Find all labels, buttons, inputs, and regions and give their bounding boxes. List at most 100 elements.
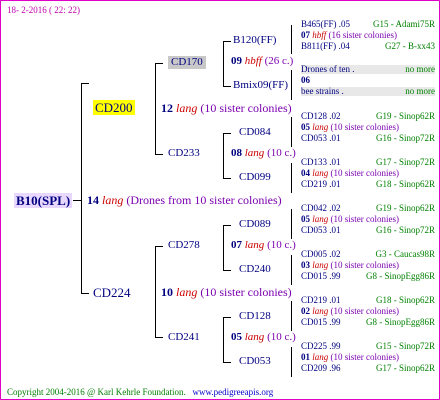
connector [223, 133, 231, 134]
queen-cd170[interactable]: CD170 [168, 56, 206, 69]
ancestor-top-id[interactable]: CD005 [301, 249, 327, 259]
connector [81, 293, 89, 294]
connector [291, 70, 292, 100]
ancestor-bot-code: G18 - Sinop62R [375, 179, 435, 189]
ancestor-bot-id[interactable]: CD053 [301, 133, 327, 143]
gen2-1-lang: lang [244, 147, 265, 159]
pedigree-frame: 18- 2-2016 ( 22: 22) B10(SPL) 14 lang (D… [0, 0, 440, 400]
queen-cd240[interactable]: CD240 [239, 264, 271, 275]
ancestor-top-row: Drones of ten . no more [301, 65, 435, 74]
ancestor-bot-year: .04 [338, 41, 350, 51]
ancestor-count: 07 [301, 30, 310, 40]
connector [155, 246, 156, 338]
connector [291, 301, 292, 331]
gen1-top-sis: (10 sister colonies) [200, 101, 292, 115]
gen2-2-sis: (10 c.) [267, 239, 296, 251]
gen1-bot-info: 10 lang (10 sister colonies) [161, 286, 292, 298]
ancestor-top-code: G19 - Sinop62R [375, 111, 435, 121]
connector [223, 41, 224, 87]
connector [223, 178, 231, 179]
site-link[interactable]: www.pedigreeapis.org [193, 387, 274, 397]
queen-cd084[interactable]: CD084 [239, 127, 271, 138]
ancestor-top-id[interactable]: Drones of ten [301, 64, 350, 74]
ancestor-bot-year: .01 [329, 225, 341, 235]
gen1-top-num: 12 [161, 101, 173, 115]
ancestor-top-id[interactable]: CD128 [301, 111, 327, 121]
queen-cd233[interactable]: CD233 [168, 148, 200, 159]
queen-cd099[interactable]: CD099 [239, 172, 271, 183]
queen-cd241[interactable]: CD241 [168, 332, 200, 343]
connector [223, 317, 224, 363]
queen-bmix09[interactable]: Bmix09(FF) [233, 80, 288, 91]
ancestor-top-year: .01 [329, 157, 341, 167]
date-stamp: 18- 2-2016 ( 22: 22) [7, 5, 80, 15]
ancestor-top-year: . [352, 64, 355, 74]
connector [155, 63, 156, 155]
ancestor-count: 02 [301, 306, 310, 316]
ancestor-top-row: CD128 .02 G19 - Sinop62R [301, 112, 435, 121]
gen2-0-num: 09 [231, 55, 242, 67]
ancestor-bot-id[interactable]: B811(FF) [301, 41, 336, 51]
ancestor-bot-id[interactable]: bee strains [301, 86, 339, 96]
ancestor-bot-year: .01 [329, 133, 341, 143]
queen-cd278[interactable]: CD278 [168, 240, 200, 251]
gen2-1-info: 08 lang (10 c.) [231, 148, 296, 159]
ancestor-top-year: .02 [329, 111, 341, 121]
ancestor-top-row: CD005 .02 G3 - Caucas98R [301, 250, 435, 259]
ancestor-bot-id[interactable]: CD015 [301, 317, 327, 327]
ancestor-top-code: G3 - Caucas98R [375, 249, 436, 259]
ancestor-lang: lang [312, 214, 329, 224]
queen-cd128[interactable]: CD128 [239, 311, 271, 322]
ancestor-bot-row: CD219 .01 G18 - Sinop62R [301, 180, 435, 189]
copyright-text: Copyright 2004-2016 @ Karl Kehrle Founda… [7, 387, 186, 397]
connector [223, 270, 231, 271]
ancestor-top-id[interactable]: CD042 [301, 203, 327, 213]
ancestor-top-id[interactable]: B465(FF) [301, 19, 337, 29]
queen-b120[interactable]: B120(FF) [233, 35, 276, 46]
ancestor-count: 03 [301, 260, 310, 270]
ancestor-top-year: .99 [329, 341, 341, 351]
connector [223, 317, 231, 318]
ancestor-mid-row: 04 lang (10 sister colonies) [301, 169, 435, 178]
ancestor-lang: lang [312, 122, 329, 132]
ancestor-bot-year: .99 [329, 271, 341, 281]
connector [73, 200, 81, 201]
ancestor-bot-id[interactable]: CD053 [301, 225, 327, 235]
gen1-top-info: 12 lang (10 sister colonies) [161, 102, 292, 114]
ancestor-top-row: CD225 .99 G15 - Sinop72R [301, 342, 435, 351]
ancestor-top-year: .05 [338, 19, 351, 29]
ancestor-mid-row: 07 hbff (16 sister colonies) [301, 31, 435, 40]
ancestor-top-id[interactable]: CD225 [301, 341, 327, 351]
gen1-bot-num: 10 [161, 285, 173, 299]
ancestor-bot-id[interactable]: CD015 [301, 271, 327, 281]
connector [155, 63, 163, 64]
ancestor-top-id[interactable]: CD219 [301, 295, 327, 305]
ancestor-bot-year: .99 [329, 317, 341, 327]
connector [223, 362, 231, 363]
ancestor-bot-row: bee strains . no more [301, 87, 435, 96]
ancestor-bot-id[interactable]: CD219 [301, 179, 327, 189]
root-queen[interactable]: B10(SPL) [14, 193, 73, 208]
queen-cd200[interactable]: CD200 [93, 100, 135, 115]
ancestor-bot-year: .96 [329, 363, 341, 373]
ancestor-mid-row: 01 lang (10 sister colonies) [301, 353, 435, 362]
ancestor-lang: lang [312, 168, 329, 178]
queen-cd224[interactable]: CD224 [93, 286, 131, 299]
ancestor-lang: lang [312, 260, 329, 270]
ancestor-bot-code: G16 - Sinop72R [375, 225, 435, 235]
ancestor-mid-row: 03 lang (10 sister colonies) [301, 261, 435, 270]
gen2-0-lang: hbff [244, 55, 262, 67]
ancestor-bot-year: .01 [329, 179, 341, 189]
gen2-3-info: 05 lang (10 c.) [231, 332, 296, 343]
ancestor-top-id[interactable]: CD133 [301, 157, 327, 167]
queen-cd089[interactable]: CD089 [239, 219, 271, 230]
gen2-0-sis: (26 c.) [264, 55, 294, 67]
connector [223, 133, 224, 179]
connector [81, 83, 82, 294]
ancestor-bot-row: CD053 .01 G16 - Sinop72R [301, 226, 435, 235]
root-note: (Drones from 10 sister colonies) [126, 193, 282, 207]
queen-cd053[interactable]: CD053 [239, 356, 271, 367]
connector [291, 25, 292, 54]
ancestor-top-year: .01 [329, 295, 341, 305]
ancestor-bot-id[interactable]: CD209 [301, 363, 327, 373]
